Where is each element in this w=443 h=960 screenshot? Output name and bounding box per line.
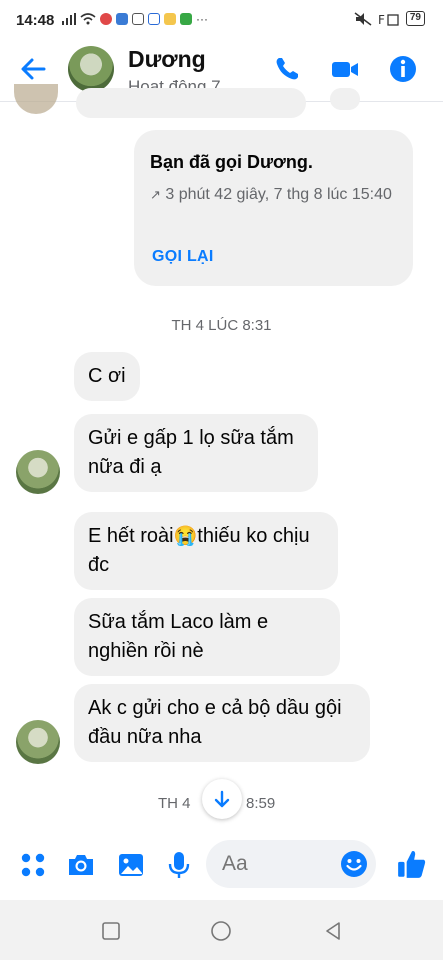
status-notification-icons: ··· — [62, 12, 208, 26]
outgoing-call-arrow-icon: ↗ — [150, 187, 161, 202]
timestamp-day: TH 4 — [158, 795, 191, 812]
video-camera-icon[interactable] — [330, 54, 360, 84]
message-text: C ơi — [88, 365, 126, 387]
message-text: Ak c gửi cho e cả bộ dầu gội đầu nữa nha — [88, 697, 342, 748]
emoji-icon[interactable] — [340, 850, 368, 878]
message-bubble[interactable]: Ak c gửi cho e cả bộ dầu gội đầu nữa nha — [74, 684, 370, 762]
signal-off-icon: F — [378, 13, 399, 26]
app-notification-icon — [148, 13, 160, 25]
svg-text:F: F — [378, 13, 385, 26]
image-icon[interactable] — [116, 850, 146, 880]
message-thread[interactable]: Bạn đã gọi Dương. ↗ 3 phút 42 giây, 7 th… — [0, 84, 443, 828]
message-text: Gửi e gấp 1 lọ sữa tắm nữa đi ạ — [88, 427, 294, 478]
back-nav-icon[interactable] — [322, 920, 344, 942]
signal-icon — [62, 13, 76, 25]
message-composer — [0, 828, 443, 900]
timestamp-time: 8:59 — [246, 795, 276, 812]
message-bubble[interactable]: Gửi e gấp 1 lọ sữa tắm nữa đi ạ — [74, 414, 318, 492]
battery-icon: 79 — [405, 11, 425, 26]
message-bubble[interactable] — [330, 88, 360, 110]
status-system-icons: F 79 — [354, 11, 425, 26]
home-icon[interactable] — [210, 920, 232, 942]
back-arrow-icon[interactable] — [18, 54, 48, 84]
crying-emoji-icon: 😭 — [173, 526, 198, 547]
call-back-button[interactable]: GỌI LẠI — [152, 248, 214, 266]
wifi-icon — [80, 13, 96, 25]
info-icon[interactable] — [388, 54, 418, 84]
menu-dots-icon[interactable] — [18, 850, 48, 880]
call-title: Bạn đã gọi Dương. — [150, 152, 313, 172]
app-notification-icon — [132, 13, 144, 25]
arrow-down-icon — [214, 790, 230, 808]
app-notification-icon — [164, 13, 176, 25]
message-text: E hết roài — [88, 525, 174, 547]
app-notification-icon — [116, 13, 128, 25]
message-bubble[interactable]: Sữa tắm Laco làm e nghiền rồi nè — [74, 598, 340, 676]
app-notification-icon — [180, 13, 192, 25]
thumbs-up-icon[interactable] — [396, 848, 428, 880]
contact-name[interactable]: Dương — [128, 46, 206, 73]
scroll-to-bottom-button[interactable] — [202, 779, 242, 819]
avatar[interactable] — [16, 450, 60, 494]
app-notification-icon — [100, 13, 112, 25]
system-navigation-bar — [0, 900, 443, 960]
call-log-card[interactable]: Bạn đã gọi Dương. ↗ 3 phút 42 giây, 7 th… — [134, 130, 413, 286]
avatar[interactable] — [16, 720, 60, 764]
status-bar: 14:48 ··· F 79 — [0, 0, 443, 44]
status-time: 14:48 — [16, 12, 55, 29]
contact-avatar[interactable] — [68, 46, 114, 92]
recent-apps-icon[interactable] — [100, 920, 122, 942]
mute-icon — [354, 11, 372, 26]
more-notifications-icon: ··· — [196, 12, 208, 26]
message-bubble[interactable]: E hết roài😭thiếu ko chịu đc — [74, 512, 338, 590]
message-bubble[interactable] — [76, 88, 306, 118]
message-bubble[interactable]: C ơi — [74, 352, 140, 401]
phone-icon[interactable] — [272, 54, 302, 84]
avatar — [14, 84, 58, 114]
call-detail: ↗ 3 phút 42 giây, 7 thg 8 lúc 15:40 — [150, 184, 400, 206]
timestamp: TH 4 LÚC 8:31 — [171, 317, 272, 334]
camera-icon[interactable] — [66, 850, 96, 880]
message-text: Sữa tắm Laco làm e nghiền rồi nè — [88, 611, 269, 662]
microphone-icon[interactable] — [164, 850, 194, 880]
call-detail-text: 3 phút 42 giây, 7 thg 8 lúc 15:40 — [165, 186, 392, 203]
